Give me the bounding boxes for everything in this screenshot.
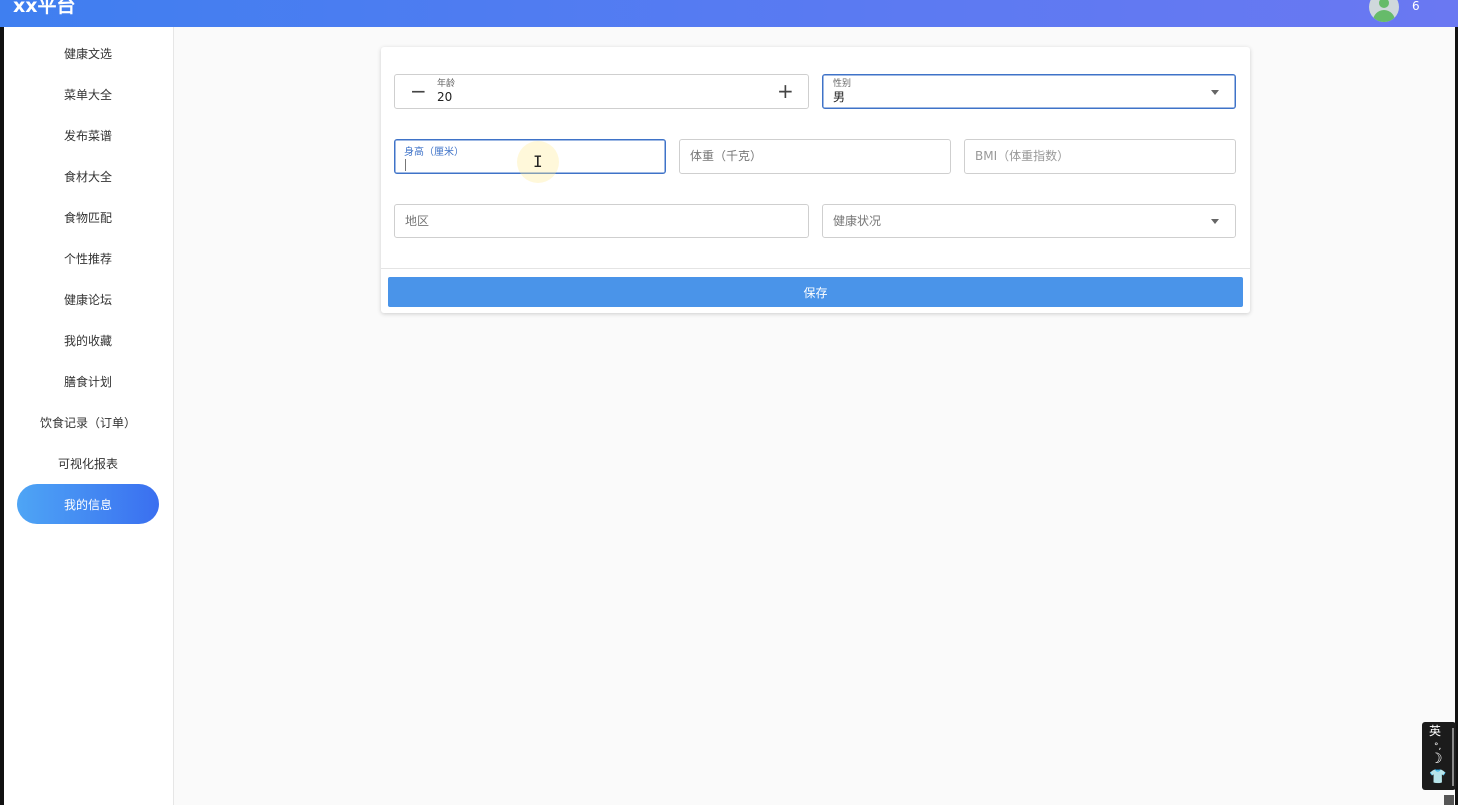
health-status-placeholder: 健康状况 [833,214,882,228]
sidebar-item-food-matching[interactable]: 食物匹配 [17,197,159,237]
health-status-select[interactable]: 健康状况 [822,204,1236,238]
sidebar-item-reports[interactable]: 可视化报表 [17,443,159,483]
moon-icon[interactable]: ☽ [1430,752,1443,766]
user-avatar-icon[interactable] [1369,0,1399,22]
brand-title: xx平台 [13,0,76,17]
age-value[interactable]: 20 [437,90,452,104]
resize-corner [1444,795,1454,805]
text-cursor-icon: I [533,152,543,171]
age-label: 年龄 [437,79,456,89]
top-bar: xx平台 6 [0,0,1458,27]
bmi-placeholder: BMI（体重指数） [975,149,1070,163]
ime-drag-handle[interactable] [1452,728,1454,786]
sidebar-item-my-info[interactable]: 我的信息 [17,484,159,524]
gender-label: 性别 [833,79,852,89]
bmi-input[interactable]: BMI（体重指数） [964,139,1236,174]
sidebar-item-meal-plan[interactable]: 膳食计划 [17,361,159,401]
user-count[interactable]: 6 [1412,0,1420,12]
sidebar-item-diet-records[interactable]: 饮食记录（订单） [17,402,159,442]
region-placeholder: 地区 [405,214,430,228]
height-label: 身高（厘米） [404,147,464,158]
chevron-down-icon[interactable] [1211,90,1219,95]
sidebar-item-menu-collection[interactable]: 菜单大全 [17,74,159,114]
ime-mode-toggle[interactable]: 英 [1429,724,1441,738]
increment-button[interactable]: + [777,81,794,101]
gender-value: 男 [833,90,846,104]
card-divider [381,268,1250,269]
gender-select[interactable]: 性别 男 [822,74,1236,109]
weight-input[interactable]: 体重（千克） [679,139,951,174]
region-input[interactable]: 地区 [394,204,809,238]
sidebar-item-publish-recipe[interactable]: 发布菜谱 [17,115,159,155]
save-button[interactable]: 保存 [388,277,1243,307]
sidebar-item-favorites[interactable]: 我的收藏 [17,320,159,360]
weight-placeholder: 体重（千克） [690,149,763,163]
avatar-body [1373,10,1395,22]
sidebar-item-recommendations[interactable]: 个性推荐 [17,238,159,278]
ime-toolbar[interactable]: 英 °, ☽ 👕 [1422,722,1456,790]
text-caret [405,159,406,171]
sidebar-item-ingredients[interactable]: 食材大全 [17,156,159,196]
sidebar-item-health-articles[interactable]: 健康文选 [17,33,159,73]
age-stepper[interactable]: − 年龄 20 + [394,74,809,109]
skin-icon[interactable]: 👕 [1429,770,1446,784]
avatar-head [1379,0,1389,8]
sidebar: 健康文选 菜单大全 发布菜谱 食材大全 食物匹配 个性推荐 健康论坛 我的收藏 … [4,27,174,805]
decrement-button[interactable]: − [410,81,427,101]
sidebar-item-health-forum[interactable]: 健康论坛 [17,279,159,319]
chevron-down-icon[interactable] [1211,219,1219,224]
